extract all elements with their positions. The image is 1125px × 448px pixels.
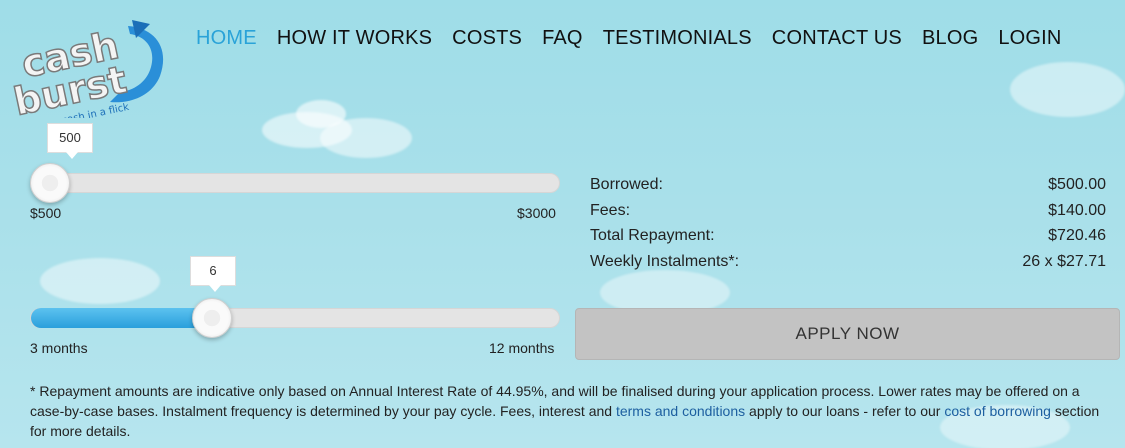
fees-label: Fees: [590,201,631,219]
nav-faq[interactable]: FAQ [542,27,583,50]
cost-of-borrowing-link[interactable]: cost of borrowing [944,403,1051,419]
fees-value: $140.00 [1048,201,1106,219]
cashburst-logo[interactable]: cash burst cash in a flick [9,18,170,127]
summary-row-total: Total Repayment: $720.46 [590,227,1106,253]
nav-home[interactable]: HOME [196,27,257,50]
amount-value-tooltip: 500 [47,123,93,159]
weekly-instalments-value: 26 x $27.71 [1022,252,1106,270]
logo-graphic: cash burst cash in a flick [9,20,164,127]
total-repayment-value: $720.46 [1048,227,1106,244]
nav-contact-us[interactable]: CONTACT US [772,27,902,50]
term-slider-track[interactable] [30,308,560,328]
nav-costs[interactable]: COSTS [452,27,522,50]
nav-testimonials[interactable]: TESTIMONIALS [603,27,752,50]
borrowed-value: $500.00 [1048,176,1106,193]
terms-and-conditions-link[interactable]: terms and conditions [616,403,745,419]
main-nav: HOME HOW IT WORKS COSTS FAQ TESTIMONIALS… [196,27,1082,50]
term-slider-handle[interactable] [191,298,232,338]
borrowed-label: Borrowed: [590,176,663,193]
amount-slider-track[interactable] [30,173,560,193]
cloud-decoration [40,258,160,304]
total-repayment-label: Total Repayment: [590,227,715,244]
loan-summary: Borrowed: $500.00 Fees: $140.00 Total Re… [590,176,1106,278]
amount-max-label: $3000 [517,205,556,221]
amount-min-label: $500 [30,205,62,221]
summary-row-fees: Fees: $140.00 [590,202,1106,228]
nav-how-it-works[interactable]: HOW IT WORKS [277,27,432,50]
disclaimer-note: * Repayment amounts are indicative only … [30,381,1115,441]
term-value-tooltip: 6 [190,256,236,292]
cloud-decoration [1010,62,1125,117]
term-max-label: 12 months [489,340,555,356]
summary-row-weekly: Weekly Instalments*: 26 x $27.71 [590,253,1106,279]
term-min-label: 3 months [30,340,88,356]
cloud-decoration [296,100,346,128]
term-slider-fill [31,308,213,328]
note-text-2: apply to our loans - refer to our [745,403,945,419]
nav-blog[interactable]: BLOG [922,27,978,50]
weekly-instalments-label: Weekly Instalments*: [590,252,740,270]
nav-login[interactable]: LOGIN [998,27,1061,50]
summary-row-borrowed: Borrowed: $500.00 [590,176,1106,202]
apply-now-button[interactable]: APPLY NOW [575,308,1120,360]
amount-slider-handle[interactable] [30,163,70,203]
